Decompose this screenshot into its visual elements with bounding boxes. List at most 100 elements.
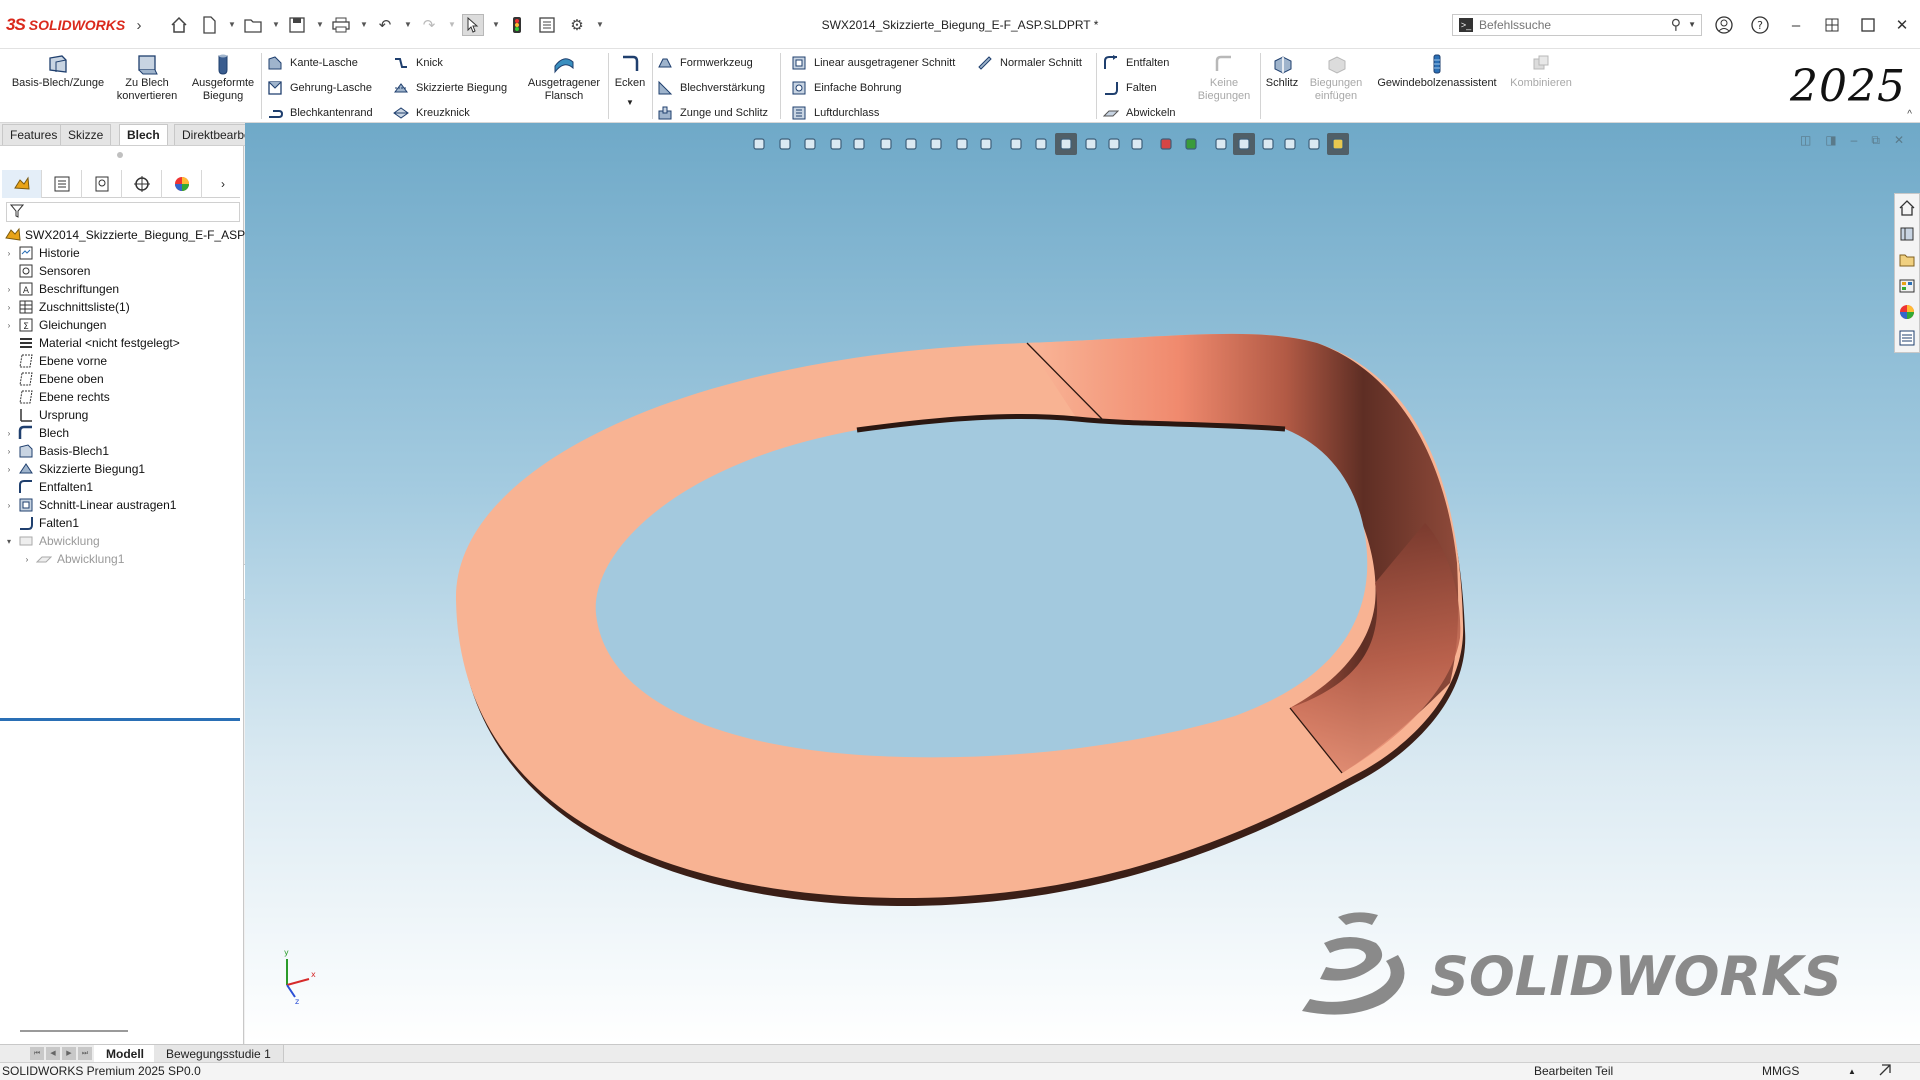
expand-chevron-icon[interactable]: › [4, 429, 14, 438]
zunge-und-schlitz-button[interactable]: Zunge und Schlitz [656, 102, 768, 124]
sheetmetal-gusset-icon [656, 79, 674, 97]
tree-item-label: Ebene rechts [39, 390, 110, 404]
ecken-button[interactable]: Ecken ▼ [610, 49, 650, 123]
prev-tab-arrow-icon[interactable]: ◀ [46, 1047, 60, 1060]
falten-button[interactable]: Falten [1102, 77, 1157, 99]
expand-chevron-icon[interactable]: › [22, 555, 32, 564]
unfold-icon [1102, 54, 1120, 72]
user-account-icon[interactable] [1712, 14, 1736, 36]
expand-chevron-icon[interactable]: › [4, 447, 14, 456]
expand-chevron-icon[interactable]: › [4, 249, 14, 258]
horizontal-scrollbar[interactable] [20, 1030, 128, 1032]
tile-windows-icon[interactable] [1820, 14, 1844, 36]
feature-manager-tab[interactable] [2, 170, 42, 198]
version-badge: 2025 [1790, 61, 1906, 112]
abwickeln-button[interactable]: Abwickeln [1102, 102, 1176, 124]
biegungen-einfuegen-button[interactable]: Biegungen einfügen [1302, 49, 1370, 123]
tree-item-label: Material <nicht festgelegt> [39, 336, 180, 350]
entfalten-button[interactable]: Entfalten [1102, 52, 1169, 74]
solidworks-resources-home-icon[interactable] [1895, 196, 1919, 220]
expand-chevron-icon[interactable]: › [4, 465, 14, 474]
filter-funnel-icon [10, 204, 24, 218]
command-search-input[interactable] [1479, 17, 1659, 33]
title-bar: 3S SOLIDWORKS › ▼ ▼ ▼ ▼ ↶ ▼ ↷ ▼ ▼ ⚙ ▼ SW… [0, 0, 1920, 49]
more-tabs-chevron-icon[interactable]: › [208, 170, 238, 198]
unit-system-selector[interactable]: MMGS [1762, 1063, 1799, 1080]
knick-button[interactable]: Knick [392, 52, 443, 74]
sketched-bend-icon [392, 79, 410, 97]
kombinieren-button[interactable]: Kombinieren [1504, 49, 1578, 123]
gewindebolzenassistent-button[interactable]: Gewindebolzenassistent [1372, 49, 1502, 123]
blechverstaerkung-button[interactable]: Blechverstärkung [656, 77, 765, 99]
normal-cut-icon [976, 54, 994, 72]
dimxpert-manager-tab[interactable] [122, 170, 162, 198]
expand-chevron-icon[interactable]: › [4, 501, 14, 510]
tree-filter[interactable] [6, 202, 240, 222]
status-edit-mode: Bearbeiten Teil [1534, 1064, 1614, 1078]
command-search-box[interactable]: >_ ⚲ ▼ [1452, 14, 1702, 36]
panel-grip-icon[interactable] [117, 152, 123, 158]
search-icon[interactable]: ⚲ [1671, 16, 1681, 33]
basis-blech-button[interactable]: Basis-Blech/Zunge [8, 49, 108, 123]
linear-ausgetragener-schnitt-button[interactable]: Linear ausgetragener Schnitt [790, 52, 955, 74]
last-tab-arrow-icon[interactable]: ⏭ [78, 1047, 92, 1060]
blechkantenrand-button[interactable]: Blechkantenrand [266, 102, 373, 124]
ecken-dropdown-icon[interactable]: ▼ [626, 96, 634, 109]
solidworks-watermark-logo: SOLIDWORKS [1302, 912, 1842, 1015]
ribbon-separator [780, 53, 781, 119]
edge-flange-icon [266, 54, 284, 72]
luftdurchlass-button[interactable]: Luftdurchlass [790, 102, 879, 124]
expand-chevron-icon[interactable]: ▾ [4, 537, 14, 546]
close-window-icon[interactable]: ✕ [1890, 14, 1914, 36]
gehrung-lasche-button[interactable]: Gehrung-Lasche [266, 77, 372, 99]
design-library-icon[interactable] [1895, 222, 1919, 246]
tab-blech[interactable]: Blech [119, 124, 168, 145]
tree-item-abwicklung1[interactable]: › Abwicklung1 [0, 548, 244, 570]
bottom-tab-modell[interactable]: Modell [94, 1045, 157, 1063]
manager-tabs: › [2, 170, 240, 198]
first-tab-arrow-icon[interactable]: ⏮ [30, 1047, 44, 1060]
flat-pattern-item-icon [34, 550, 54, 568]
skizzierte-biegung-button[interactable]: Skizzierte Biegung [392, 77, 507, 99]
kreuzknick-button[interactable]: Kreuzknick [392, 102, 470, 124]
ribbon-separator [652, 53, 653, 119]
expand-chevron-icon[interactable]: › [4, 321, 14, 330]
property-manager-tab[interactable] [42, 170, 82, 198]
command-manager-ribbon: Basis-Blech/Zunge Zu Blech konvertieren … [0, 49, 1920, 123]
search-dropdown-icon[interactable]: ▼ [1688, 20, 1696, 29]
tab-skizze[interactable]: Skizze [60, 124, 112, 145]
display-manager-icon [174, 177, 189, 191]
keine-biegungen-button[interactable]: Keine Biegungen [1188, 49, 1260, 123]
help-icon[interactable]: ? [1748, 14, 1772, 36]
bottom-tab-bewegungsstudie-1[interactable]: Bewegungsstudie 1 [154, 1045, 284, 1063]
kante-lasche-button[interactable]: Kante-Lasche [266, 52, 358, 74]
expand-chevron-icon[interactable]: › [4, 285, 14, 294]
tab-and-slot-icon [656, 104, 674, 122]
formwerkzeug-button[interactable]: Formwerkzeug [656, 52, 753, 74]
status-customize-icon[interactable] [1878, 1063, 1892, 1080]
next-tab-arrow-icon[interactable]: ▶ [62, 1047, 76, 1060]
zu-blech-konvertieren-button[interactable]: Zu Blech konvertieren [112, 49, 182, 123]
maximize-window-icon[interactable] [1856, 14, 1880, 36]
appearances-icon[interactable] [1895, 300, 1919, 324]
expand-chevron-icon[interactable]: › [4, 303, 14, 312]
file-explorer-icon[interactable] [1895, 248, 1919, 272]
unit-dropdown-icon[interactable]: ▲ [1848, 1063, 1856, 1080]
view-palette-icon[interactable] [1895, 274, 1919, 298]
schlitz-button[interactable]: Schlitz [1262, 49, 1302, 123]
ausgetragener-flansch-button[interactable]: Ausgetragener Flansch [522, 49, 606, 123]
convert-to-sheetmetal-icon [133, 51, 161, 77]
minimize-window-icon[interactable]: – [1784, 14, 1808, 36]
display-manager-tab[interactable] [162, 170, 202, 198]
einfache-bohrung-button[interactable]: Einfache Bohrung [790, 77, 901, 99]
custom-properties-icon[interactable] [1895, 326, 1919, 350]
rollback-bar[interactable] [0, 718, 240, 721]
collapse-ribbon-icon[interactable]: ^ [1907, 109, 1912, 120]
feature-manager-panel: › SWX2014_Skizzierte_Biegung_E-F_ASP (St… [0, 146, 264, 1044]
graphics-area[interactable]: ◫ ◨ – ⧉ ✕ y x z SOLIDWORKS [245, 123, 1920, 1044]
normaler-schnitt-button[interactable]: Normaler Schnitt [976, 52, 1082, 74]
ausgeformte-biegung-button[interactable]: Ausgeformte Biegung [186, 49, 260, 123]
configuration-manager-tab[interactable] [82, 170, 122, 198]
tree-item-label: Ebene oben [39, 372, 104, 386]
tab-features[interactable]: Features [2, 124, 66, 145]
